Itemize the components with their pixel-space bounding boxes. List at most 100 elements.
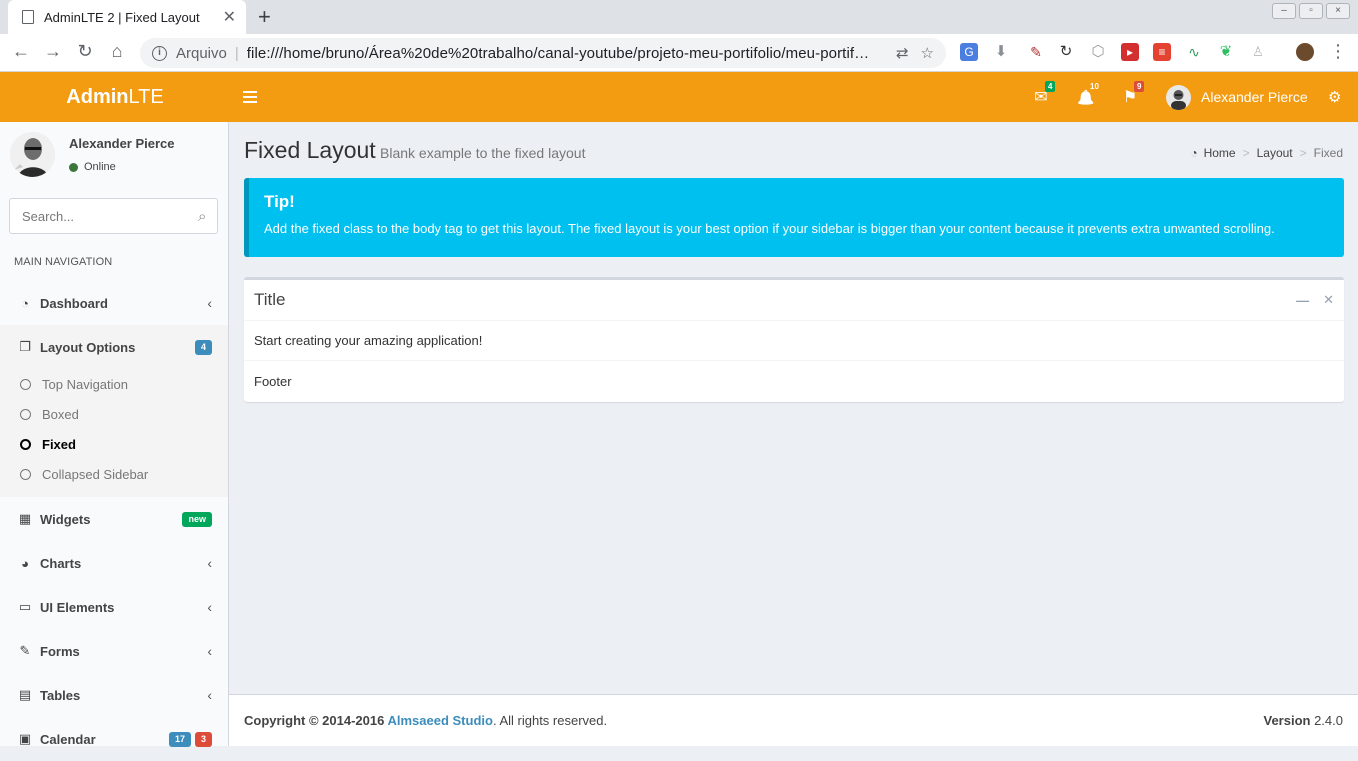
back-icon[interactable]: ← [9, 41, 33, 62]
logo-light: LTE [128, 86, 164, 108]
home-icon[interactable]: ⌂ [105, 41, 129, 62]
submenu-item-label: Boxed [42, 406, 79, 422]
box-title: Title [254, 290, 286, 309]
submenu-item-fixed[interactable]: Fixed [0, 429, 228, 459]
chevron-left-icon: ‹ [207, 599, 212, 615]
google-translate-extension-icon[interactable]: G [960, 43, 978, 61]
browser-toolbar: ← → ↻ ⌂ i Arquivo | file:///home/bruno/Á… [0, 34, 1358, 72]
url-text[interactable]: file:///home/bruno/Área%20de%20trabalho/… [247, 45, 884, 62]
submenu-item-boxed[interactable]: Boxed [0, 399, 228, 429]
th-grid-icon: ▦ [18, 511, 32, 526]
maximize-window-button[interactable]: ▫ [1299, 3, 1323, 19]
tasks-badge: 9 [1134, 81, 1145, 92]
remove-icon[interactable]: ✕ [1323, 292, 1334, 308]
submenu-item-top-navigation[interactable]: Top Navigation [0, 369, 228, 399]
evernote-extension-icon[interactable]: ❦ [1217, 43, 1235, 61]
version-number: 2.4.0 [1310, 713, 1343, 728]
close-tab-icon[interactable]: ✕ [223, 7, 236, 27]
main-header: AdminLTE ✉ 4 🔔 10 ⚑ 9 Alexander Pierce ⚙ [0, 72, 1358, 122]
translate-icon[interactable]: ⇄ [896, 44, 909, 62]
header-user-name: Alexander Pierce [1201, 89, 1308, 105]
layout-options-badge: 4 [194, 339, 212, 355]
sitemap-extension-icon[interactable]: ♙ [1249, 43, 1267, 61]
download-extension-icon[interactable]: ⬇ [992, 43, 1010, 61]
close-window-button[interactable]: × [1326, 3, 1350, 19]
circle-icon [20, 378, 31, 390]
table-icon: ▤ [18, 687, 32, 702]
box-header: Title — ✕ [244, 280, 1344, 321]
tasks-menu[interactable]: ⚑ 9 [1115, 72, 1145, 122]
sidebar-toggle-icon[interactable] [243, 88, 257, 104]
search-input[interactable] [22, 208, 198, 224]
breadcrumb-current: Fixed [1313, 146, 1343, 160]
minimize-window-button[interactable]: ‒ [1272, 3, 1296, 19]
sidebar-item-label: Charts [40, 555, 82, 571]
box-body: Start creating your amazing application! [244, 321, 1344, 361]
user-menu[interactable]: Alexander Pierce [1166, 72, 1308, 122]
box-footer: Footer [254, 373, 292, 389]
circle-icon [20, 468, 31, 480]
studio-link[interactable]: Almsaeed Studio [387, 713, 492, 728]
app-logo[interactable]: AdminLTE [0, 72, 230, 122]
breadcrumb-layout[interactable]: Layout [1257, 146, 1293, 160]
sidebar-item-tables[interactable]: ▤ Tables ‹ [0, 673, 228, 717]
user-status: Online [69, 161, 116, 173]
calendar-badge-blue: 17 [168, 731, 191, 747]
breadcrumb-separator: > [1299, 146, 1307, 160]
browser-tabbar: AdminLTE 2 | Fixed Layout ✕ + ‒ ▫ × [0, 0, 1358, 34]
page-title: Fixed Layout [244, 137, 376, 163]
sidebar-search: ⌕ [9, 198, 218, 234]
sidebar-menu: ◔ Dashboard ‹ ❐ Layout Options 4 Top Nav… [0, 281, 228, 761]
copyright-text: Copyright © 2014-2016 [244, 713, 388, 728]
submenu-item-label: Top Navigation [42, 376, 128, 392]
online-status-icon [69, 162, 78, 172]
breadcrumb: ◔ Home > Layout > Fixed [1190, 146, 1343, 160]
search-icon[interactable]: ⌕ [198, 208, 206, 225]
sidebar-item-dashboard[interactable]: ◔ Dashboard ‹ [0, 281, 228, 325]
layout-options-submenu: Top Navigation Boxed Fixed Collapsed Sid… [0, 369, 228, 497]
page-subtitle: Blank example to the fixed layout [380, 145, 586, 161]
calendar-badge-red: 3 [194, 731, 212, 747]
messages-menu[interactable]: ✉ 4 [1026, 72, 1056, 122]
sidebar-item-layout-options[interactable]: ❐ Layout Options 4 Top Navigation Boxed … [0, 325, 228, 497]
browser-menu-icon[interactable]: ⋮ [1326, 41, 1350, 62]
collapse-icon[interactable]: — [1296, 293, 1309, 308]
chevron-left-icon: ‹ [207, 687, 212, 703]
reload-icon[interactable]: ↻ [73, 41, 97, 62]
status-text: Online [84, 161, 116, 173]
sidebar-item-label: Forms [40, 643, 80, 659]
messages-badge: 4 [1045, 81, 1056, 92]
todoist-extension-icon[interactable]: ≡ [1153, 43, 1171, 61]
pulse-extension-icon[interactable]: ∿ [1185, 43, 1203, 61]
widgets-new-badge: new [182, 511, 212, 527]
submenu-item-label: Fixed [42, 436, 76, 452]
address-bar[interactable]: i Arquivo | file:///home/bruno/Área%20de… [140, 38, 946, 68]
gears-icon[interactable]: ⚙ [1328, 88, 1341, 106]
bookmark-star-icon[interactable]: ☆ [921, 44, 934, 62]
chevron-left-icon: ‹ [207, 643, 212, 659]
forward-icon[interactable]: → [41, 41, 65, 62]
sidebar-item-label: Widgets [40, 511, 91, 527]
dropper-extension-icon[interactable]: ✎ [1027, 43, 1045, 61]
user-avatar-small [1166, 84, 1191, 110]
sidebar-item-ui-elements[interactable]: ▭ UI Elements ‹ [0, 585, 228, 629]
submenu-item-label: Collapsed Sidebar [42, 466, 149, 482]
profile-avatar-icon[interactable] [1296, 43, 1314, 61]
submenu-item-collapsed-sidebar[interactable]: Collapsed Sidebar [0, 459, 228, 489]
sidebar-item-label: Layout Options [40, 339, 136, 355]
cube-extension-icon[interactable]: ⬡ [1089, 43, 1107, 61]
sidebar-item-forms[interactable]: ✎ Forms ‹ [0, 629, 228, 673]
new-tab-button[interactable]: + [258, 4, 271, 30]
breadcrumb-home[interactable]: Home [1204, 146, 1236, 160]
info-icon[interactable]: i [152, 45, 167, 61]
browser-tab[interactable]: AdminLTE 2 | Fixed Layout ✕ [8, 0, 246, 34]
video-extension-icon[interactable]: ▸ [1121, 43, 1139, 61]
logo-bold: Admin [66, 86, 129, 108]
sidebar-item-calendar[interactable]: ▣ Calendar 17 3 [0, 717, 228, 761]
sync-extension-icon[interactable]: ↻ [1057, 43, 1075, 61]
security-label: Arquivo [176, 44, 227, 62]
sidebar-item-charts[interactable]: ◕ Charts ‹ [0, 541, 228, 585]
sidebar-item-widgets[interactable]: ▦ Widgets new [0, 497, 228, 541]
tip-callout: Tip! Add the fixed class to the body tag… [244, 178, 1344, 257]
notifications-menu[interactable]: 🔔 10 [1071, 72, 1102, 122]
